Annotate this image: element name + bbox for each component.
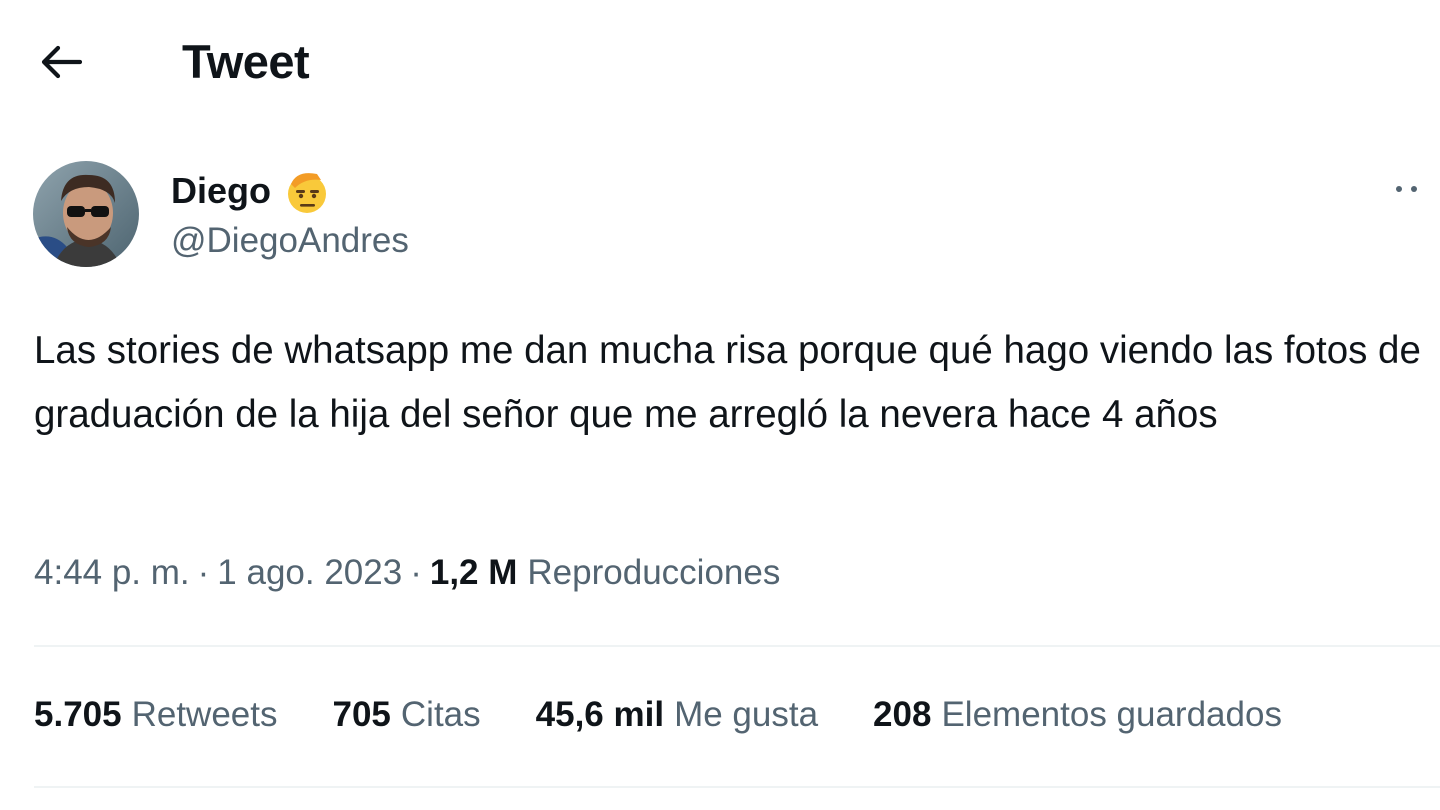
page-title: Tweet	[182, 35, 310, 88]
stat-likes-label: Me gusta	[674, 695, 819, 734]
stat-bookmarks[interactable]: 208 Elementos guardados	[873, 695, 1282, 735]
page-header: Tweet	[0, 0, 1440, 120]
avatar[interactable]	[33, 161, 139, 267]
divider	[34, 645, 1440, 647]
author-name-row: Diego	[171, 166, 333, 216]
more-options-button[interactable]	[1396, 172, 1440, 206]
tweet-text: Las stories de whatsapp me dan mucha ris…	[34, 329, 1421, 436]
stat-bookmarks-label: Elementos guardados	[941, 695, 1282, 734]
engagement-stats: 5.705 Retweets 705 Citas 45,6 mil Me gusta …	[34, 695, 1337, 735]
tweet-meta: 4:44 p. m. · 1 ago. 2023 · 1,2 M Reprodu…	[34, 553, 780, 593]
tweet-time[interactable]: 4:44 p. m.	[34, 553, 190, 593]
stat-bookmarks-count: 208	[873, 695, 932, 734]
avatar-image	[33, 161, 139, 267]
stat-retweets-count: 5.705	[34, 695, 122, 734]
tweet-date[interactable]: 1 ago. 2023	[217, 553, 402, 593]
stat-retweets[interactable]: 5.705 Retweets	[34, 695, 278, 735]
stat-likes[interactable]: 45,6 mil Me gusta	[536, 695, 818, 735]
arrow-left-icon	[41, 45, 82, 79]
back-button[interactable]	[34, 38, 86, 86]
more-options-icon-dot	[1411, 186, 1417, 192]
saluting-face-emoji-icon	[283, 166, 333, 216]
meta-separator: ·	[197, 553, 210, 592]
stat-quotes[interactable]: 705 Citas	[333, 695, 481, 735]
stat-quotes-label: Citas	[400, 695, 481, 734]
author-handle[interactable]: @DiegoAndres	[171, 221, 409, 261]
meta-separator: ·	[410, 553, 422, 592]
stat-retweets-label: Retweets	[131, 695, 278, 734]
views-label: Reproducciones	[527, 553, 781, 592]
divider	[34, 786, 1440, 788]
views-count: 1,2 M	[429, 553, 518, 592]
stat-quotes-count: 705	[332, 695, 391, 734]
author-display-name[interactable]: Diego	[171, 170, 271, 212]
more-options-icon	[1396, 186, 1402, 192]
stat-likes-count: 45,6 mil	[535, 695, 665, 734]
